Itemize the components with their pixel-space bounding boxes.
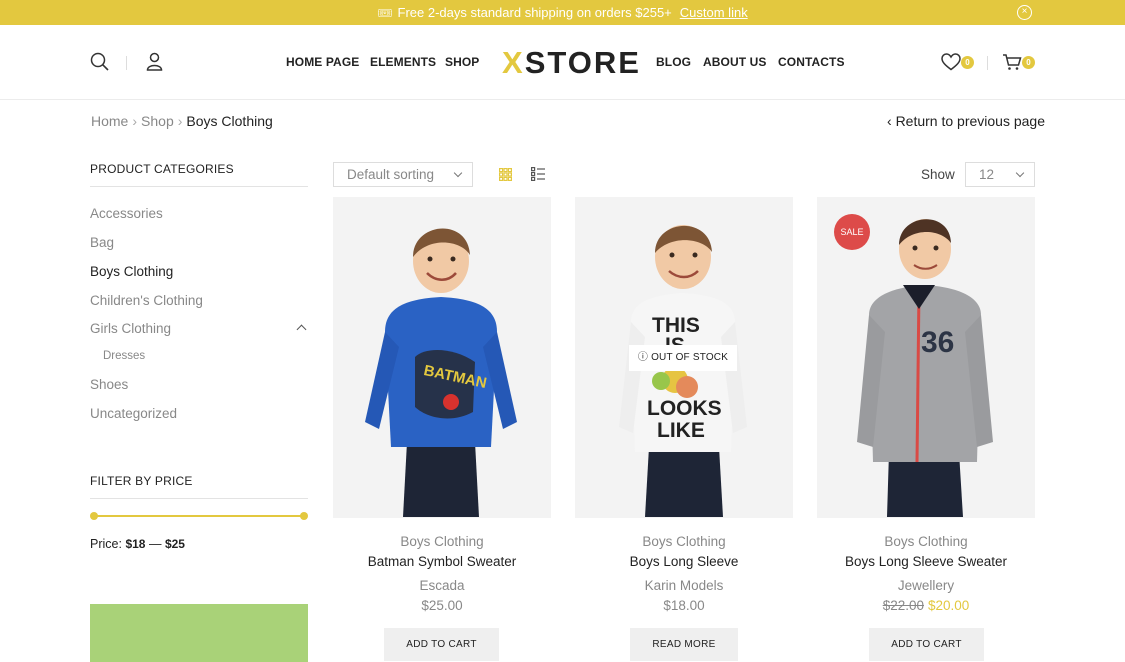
add-to-cart-button[interactable]: ADD TO CART xyxy=(869,628,984,661)
chevron-left-icon: ‹ xyxy=(887,113,892,129)
out-of-stock-label: OUT OF STOCK xyxy=(651,352,729,363)
breadcrumb-separator: › xyxy=(132,113,138,129)
price-max: $25 xyxy=(164,537,185,551)
site-logo[interactable]: XSTORE xyxy=(502,45,641,81)
close-icon[interactable]: × xyxy=(1017,5,1032,20)
product-brand: Karin Models xyxy=(644,578,724,593)
svg-text:LIKE: LIKE xyxy=(657,419,705,442)
show-count-value: 12 xyxy=(979,167,995,182)
price-range-label: Price: $18 — $25 xyxy=(90,537,185,551)
heart-icon[interactable] xyxy=(941,53,961,71)
list-view-icon[interactable] xyxy=(531,167,545,181)
divider xyxy=(90,186,308,187)
chevron-down-icon xyxy=(1015,168,1025,178)
category-shoes[interactable]: Shoes xyxy=(90,377,128,392)
chevron-down-icon xyxy=(453,168,463,178)
product-category[interactable]: Boys Clothing xyxy=(575,534,793,549)
grid-view-icon[interactable] xyxy=(499,168,512,181)
nav-home-page[interactable]: HOME PAGE xyxy=(286,55,359,69)
logo-text: STORE xyxy=(524,45,641,80)
return-previous-link[interactable]: ‹ Return to previous page xyxy=(887,113,1045,129)
price-slider-track[interactable] xyxy=(93,515,304,517)
category-girls-clothing[interactable]: Girls Clothing xyxy=(90,321,171,336)
chevron-up-icon[interactable] xyxy=(296,324,307,335)
product-title[interactable]: Boys Long Sleeve Sweater xyxy=(817,554,1035,569)
wishlist-count-badge: 0 xyxy=(961,56,974,69)
product-price: $25.00 xyxy=(421,598,463,613)
header-divider xyxy=(987,56,988,70)
nav-shop[interactable]: SHOP xyxy=(445,55,479,69)
category-uncategorized[interactable]: Uncategorized xyxy=(90,406,177,421)
info-icon: ⓘ xyxy=(637,352,649,363)
category-dresses[interactable]: Dresses xyxy=(103,350,145,362)
breadcrumb: Home › Shop › Boys Clothing xyxy=(91,113,273,129)
product-price: $18.00 xyxy=(663,598,705,613)
breadcrumb-separator: › xyxy=(177,113,183,129)
product-photo: BATMAN xyxy=(333,197,551,518)
product-title[interactable]: Batman Symbol Sweater xyxy=(333,554,551,569)
price-prefix: Price: xyxy=(90,537,122,551)
product-brand: Escada xyxy=(419,578,465,593)
product-category[interactable]: Boys Clothing xyxy=(333,534,551,549)
logo-x: X xyxy=(502,45,525,80)
user-icon[interactable] xyxy=(146,52,163,71)
site-header: HOME PAGE ELEMENTS SHOP XSTORE BLOG ABOU… xyxy=(0,25,1125,100)
breadcrumb-home[interactable]: Home xyxy=(91,113,128,129)
sorting-value: Default sorting xyxy=(347,167,435,182)
sorting-select[interactable]: Default sorting xyxy=(333,162,473,187)
breadcrumb-current: Boys Clothing xyxy=(186,113,273,129)
header-divider xyxy=(126,56,127,70)
add-to-cart-button[interactable]: ADD TO CART xyxy=(384,628,499,661)
return-previous-label: Return to previous page xyxy=(895,113,1045,129)
category-bag[interactable]: Bag xyxy=(90,235,114,250)
product-title[interactable]: Boys Long Sleeve xyxy=(575,554,793,569)
read-more-button[interactable]: READ MORE xyxy=(630,628,738,661)
category-childrens-clothing[interactable]: Children's Clothing xyxy=(90,293,203,308)
price-slider-min-handle[interactable] xyxy=(90,512,98,520)
categories-title: PRODUCT CATEGORIES xyxy=(90,162,234,176)
nav-contacts[interactable]: CONTACTS xyxy=(778,55,845,69)
product-category[interactable]: Boys Clothing xyxy=(817,534,1035,549)
nav-about-us[interactable]: ABOUT US xyxy=(703,55,766,69)
promo-link[interactable]: Custom link xyxy=(680,5,748,20)
product-brand: Jewellery xyxy=(897,578,955,593)
category-accessories[interactable]: Accessories xyxy=(90,206,163,221)
svg-text:LOOKS: LOOKS xyxy=(647,397,722,420)
product-price: $22.00 $20.00 xyxy=(817,598,1035,613)
search-icon[interactable] xyxy=(90,52,110,72)
cart-icon[interactable] xyxy=(1002,53,1022,71)
nav-elements[interactable]: ELEMENTS xyxy=(370,55,436,69)
ticket-icon: 🎟 xyxy=(377,5,393,20)
svg-text:36: 36 xyxy=(921,326,954,359)
promo-bar: 🎟 Free 2-days standard shipping on order… xyxy=(0,0,1125,25)
nav-blog[interactable]: BLOG xyxy=(656,55,691,69)
product-old-price: $22.00 xyxy=(882,598,924,613)
product-image[interactable]: BATMAN xyxy=(333,197,551,518)
sidebar-promo-banner[interactable] xyxy=(90,604,308,662)
sale-badge: SALE xyxy=(834,214,870,250)
price-filter-title: FILTER BY PRICE xyxy=(90,474,193,488)
show-label: Show xyxy=(921,167,955,182)
out-of-stock-badge: ⓘ OUT OF STOCK xyxy=(629,345,737,371)
show-count-select[interactable]: 12 xyxy=(965,162,1035,187)
product-sale-price: $20.00 xyxy=(928,598,970,613)
price-min: $18 xyxy=(125,537,146,551)
divider xyxy=(90,498,308,499)
price-slider-max-handle[interactable] xyxy=(300,512,308,520)
breadcrumb-shop[interactable]: Shop xyxy=(141,113,174,129)
category-boys-clothing[interactable]: Boys Clothing xyxy=(90,264,173,279)
cart-count-badge: 0 xyxy=(1022,56,1035,69)
price-dash: — xyxy=(148,537,162,551)
promo-message: Free 2-days standard shipping on orders … xyxy=(397,5,672,20)
